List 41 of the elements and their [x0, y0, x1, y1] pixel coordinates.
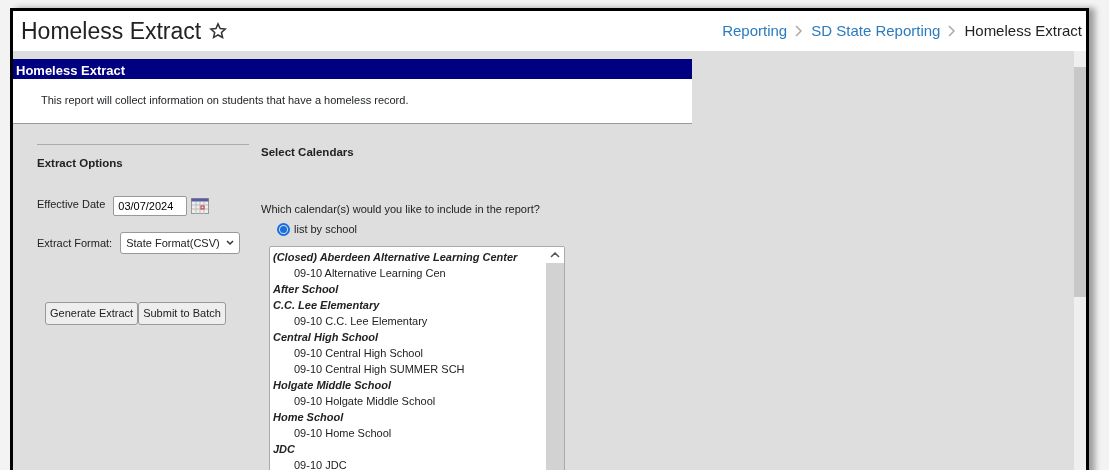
- school-group: After School: [273, 280, 543, 297]
- section-heading: Extract Options: [37, 155, 124, 171]
- school-group: (Closed) Aberdeen Alternative Learning Center: [273, 248, 543, 265]
- action-button[interactable]: Generate Extract: [45, 302, 139, 325]
- panel-title: Homeless Extract: [13, 59, 692, 79]
- calendar-listbox[interactable]: [269, 245, 565, 470]
- breadcrumb-link[interactable]: Reporting: [722, 19, 788, 43]
- radio-label: list by school: [294, 222, 357, 238]
- calendar-item[interactable]: 09-10 JDC: [294, 458, 347, 470]
- radio-button[interactable]: [277, 223, 290, 236]
- school-group: Central High School: [273, 328, 543, 345]
- star-icon[interactable]: [209, 22, 228, 40]
- scroll-up-icon[interactable]: [550, 251, 560, 258]
- date-field[interactable]: 03/07/2024: [113, 195, 188, 216]
- question-text: Which calendar(s) would you like to include in the report?: [261, 201, 541, 217]
- calendar-item[interactable]: 09-10 Home School: [294, 426, 392, 439]
- chevron-icon: [948, 25, 957, 37]
- school-group: Holgate Middle School: [273, 376, 543, 393]
- school-group: Home School: [273, 408, 543, 425]
- breadcrumb-link[interactable]: SD State Reporting: [811, 19, 941, 43]
- description-text: This report will collect information on students that have a homeless record.: [41, 94, 409, 106]
- field-label: Effective Date: [37, 196, 106, 212]
- section-heading: Select Calendars: [261, 144, 355, 160]
- school-group: JDC: [273, 440, 543, 457]
- calendar-item[interactable]: 09-10 Holgate Middle School: [294, 394, 436, 407]
- calendar-item[interactable]: 09-10 Central High SUMMER SCH: [294, 362, 465, 375]
- page-scrollbar[interactable]: [1074, 51, 1086, 470]
- calendar-item[interactable]: 09-10 C.C. Lee Elementary: [294, 314, 428, 327]
- chevron-icon: [795, 25, 804, 37]
- calendar-icon[interactable]: [191, 197, 210, 214]
- scrollbar-thumb[interactable]: [1074, 67, 1086, 297]
- format-dropdown[interactable]: State Format(CSV): [120, 231, 240, 255]
- page-title: Homeless Extract: [21, 16, 202, 46]
- breadcrumb-current: Homeless Extract: [964, 20, 1082, 41]
- school-group: C.C. Lee Elementary: [273, 296, 543, 313]
- list-scrollbar[interactable]: [546, 246, 564, 470]
- calendar-item[interactable]: 09-10 Alternative Learning Cen: [294, 266, 446, 279]
- action-button[interactable]: Submit to Batch: [138, 302, 226, 325]
- field-label: Extract Format:: [37, 235, 113, 251]
- calendar-item[interactable]: 09-10 Central High School: [294, 346, 424, 359]
- caret-icon: [225, 240, 234, 246]
